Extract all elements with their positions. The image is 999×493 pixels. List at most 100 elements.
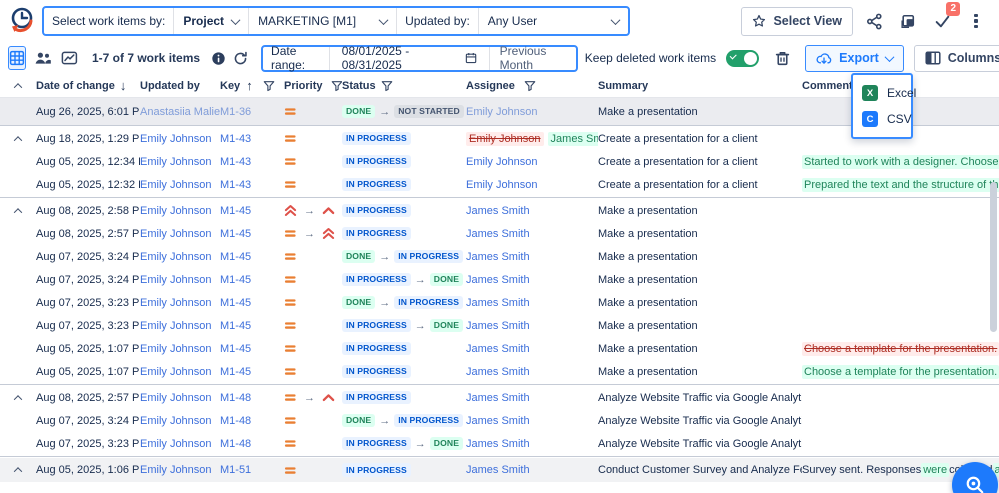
assignee-link[interactable]: James Smith bbox=[466, 297, 530, 309]
select-by-dropdown[interactable]: Project bbox=[173, 8, 248, 34]
table-view-button[interactable] bbox=[8, 46, 26, 70]
work-item-key-link[interactable]: M1-48 bbox=[220, 392, 251, 404]
sort-desc-icon[interactable]: ↓ bbox=[120, 78, 127, 93]
filter-icon[interactable] bbox=[524, 80, 536, 92]
share-button[interactable] bbox=[861, 8, 887, 34]
delete-button[interactable] bbox=[769, 45, 795, 71]
updated-by-link[interactable]: Emily Johnson bbox=[140, 179, 212, 191]
scrollbar-thumb[interactable] bbox=[990, 182, 997, 332]
priority-cell bbox=[284, 105, 342, 118]
assignee-link[interactable]: James Smith bbox=[466, 251, 530, 263]
assignee-link[interactable]: James Smith bbox=[466, 438, 530, 450]
work-item-key-link[interactable]: M1-45 bbox=[220, 228, 251, 240]
priority-cell: → bbox=[284, 204, 342, 217]
chevron-down-icon bbox=[884, 52, 894, 62]
updated-by-link[interactable]: Emily Johnson bbox=[140, 392, 212, 404]
filter-icon[interactable] bbox=[263, 80, 275, 92]
assignee-link[interactable]: Emily Johnson bbox=[466, 179, 538, 191]
assignee-link[interactable]: James Smith bbox=[466, 205, 530, 217]
work-item-key-link[interactable]: M1-45 bbox=[220, 274, 251, 286]
work-item-key-link[interactable]: M1-36 bbox=[220, 106, 251, 118]
duplicate-window-button[interactable] bbox=[895, 8, 921, 34]
assignee-link[interactable]: James Smith bbox=[466, 320, 530, 332]
priority-cell bbox=[284, 296, 342, 309]
status-badge: IN PROGRESS bbox=[342, 227, 411, 241]
assignee-link[interactable]: James Smith bbox=[466, 343, 530, 355]
updated-by-link[interactable]: Anastasiia Maliei bbox=[140, 106, 220, 118]
assignee-link[interactable]: Emily Johnson bbox=[466, 156, 538, 168]
collapse-group-icon[interactable] bbox=[14, 395, 22, 401]
work-item-key-link[interactable]: M1-45 bbox=[220, 320, 251, 332]
change-arrow-icon: → bbox=[379, 106, 390, 118]
updated-by-link[interactable]: Emily Johnson bbox=[140, 274, 212, 286]
project-dropdown[interactable]: MARKETING [M1] bbox=[248, 8, 396, 34]
date-of-change: Aug 18, 2025, 1:29 PM bbox=[36, 133, 140, 145]
filter-icon[interactable] bbox=[331, 80, 342, 92]
work-item-key-link[interactable]: M1-51 bbox=[220, 464, 251, 476]
info-button[interactable] bbox=[211, 48, 226, 68]
export-dropdown-menu: X Excel C CSV bbox=[851, 73, 913, 139]
assignee-link[interactable]: Emily Johnson bbox=[466, 106, 538, 118]
collapse-all-icon[interactable] bbox=[14, 83, 22, 89]
updated-by-link[interactable]: Emily Johnson bbox=[140, 251, 212, 263]
date-range-input[interactable]: 08/01/2025 - 08/31/2025 bbox=[329, 47, 490, 70]
updated-by-link[interactable]: Emily Johnson bbox=[140, 205, 212, 217]
table-row: Aug 07, 2025, 3:23 PMEmily JohnsonM1-45D… bbox=[0, 291, 999, 314]
work-item-key-link[interactable]: M1-48 bbox=[220, 415, 251, 427]
work-item-key-link[interactable]: M1-45 bbox=[220, 366, 251, 378]
comment-added-text: were bbox=[921, 463, 949, 477]
previous-month-button[interactable]: Previous Month bbox=[490, 47, 576, 70]
approvals-button[interactable]: 2 bbox=[929, 8, 955, 34]
updated-by-link[interactable]: Emily Johnson bbox=[140, 320, 212, 332]
export-button[interactable]: Export bbox=[805, 45, 904, 72]
updated-by-link[interactable]: Emily Johnson bbox=[140, 438, 212, 450]
collapse-group-icon[interactable] bbox=[14, 208, 22, 214]
assignee-link[interactable]: James Smith bbox=[466, 366, 530, 378]
work-item-key-link[interactable]: M1-45 bbox=[220, 205, 251, 217]
work-item-key-link[interactable]: M1-45 bbox=[220, 297, 251, 309]
sort-asc-icon[interactable]: ↑ bbox=[246, 78, 253, 93]
assignee-link[interactable]: James Smith bbox=[466, 415, 530, 427]
refresh-button[interactable] bbox=[233, 48, 248, 68]
people-icon bbox=[34, 50, 52, 66]
assignee-link[interactable]: James Smith bbox=[466, 274, 530, 286]
select-view-button[interactable]: Select View bbox=[741, 7, 853, 36]
excel-file-icon: X bbox=[862, 85, 878, 101]
updated-by-link[interactable]: Emily Johnson bbox=[140, 415, 212, 427]
updated-by-link[interactable]: Emily Johnson bbox=[140, 156, 212, 168]
table-row: Aug 08, 2025, 2:58 PMEmily JohnsonM1-45→… bbox=[0, 199, 999, 222]
export-cloud-icon bbox=[816, 51, 832, 65]
summary-text: Make a presentation bbox=[598, 320, 802, 332]
work-item-key-link[interactable]: M1-43 bbox=[220, 156, 251, 168]
updated-by-link[interactable]: Emily Johnson bbox=[140, 297, 212, 309]
assignee-link[interactable]: James Smith bbox=[466, 228, 530, 240]
updated-by-dropdown[interactable]: Any User bbox=[478, 8, 628, 34]
filter-icon[interactable] bbox=[381, 80, 393, 92]
updated-by-link[interactable]: Emily Johnson bbox=[140, 133, 212, 145]
summary-text: Make a presentation bbox=[598, 106, 802, 118]
updated-by-link[interactable]: Emily Johnson bbox=[140, 464, 212, 476]
export-csv-item[interactable]: C CSV bbox=[853, 106, 911, 132]
updated-by-link[interactable]: Emily Johnson bbox=[140, 343, 212, 355]
status-badge: IN PROGRESS bbox=[342, 132, 411, 146]
work-item-key-link[interactable]: M1-45 bbox=[220, 251, 251, 263]
assignee-old-value: Emily Johnson bbox=[466, 132, 544, 146]
top-bar: Select work items by: Project MARKETING … bbox=[0, 0, 999, 42]
assignee-link[interactable]: James Smith bbox=[466, 392, 530, 404]
collapse-group-icon[interactable] bbox=[14, 467, 22, 473]
more-options-button[interactable] bbox=[963, 8, 989, 34]
columns-button[interactable]: Columns bbox=[914, 45, 999, 72]
work-item-key-link[interactable]: M1-43 bbox=[220, 179, 251, 191]
work-item-key-link[interactable]: M1-45 bbox=[220, 343, 251, 355]
work-item-key-link[interactable]: M1-43 bbox=[220, 133, 251, 145]
keep-deleted-toggle[interactable] bbox=[726, 50, 759, 67]
chart-view-button[interactable] bbox=[60, 46, 79, 70]
people-view-button[interactable] bbox=[33, 46, 53, 70]
priority-medium-icon bbox=[284, 227, 297, 240]
work-item-key-link[interactable]: M1-48 bbox=[220, 438, 251, 450]
updated-by-link[interactable]: Emily Johnson bbox=[140, 366, 212, 378]
collapse-group-icon[interactable] bbox=[14, 136, 22, 142]
updated-by-link[interactable]: Emily Johnson bbox=[140, 228, 212, 240]
export-excel-item[interactable]: X Excel bbox=[853, 80, 911, 106]
assignee-link[interactable]: James Smith bbox=[466, 464, 530, 476]
